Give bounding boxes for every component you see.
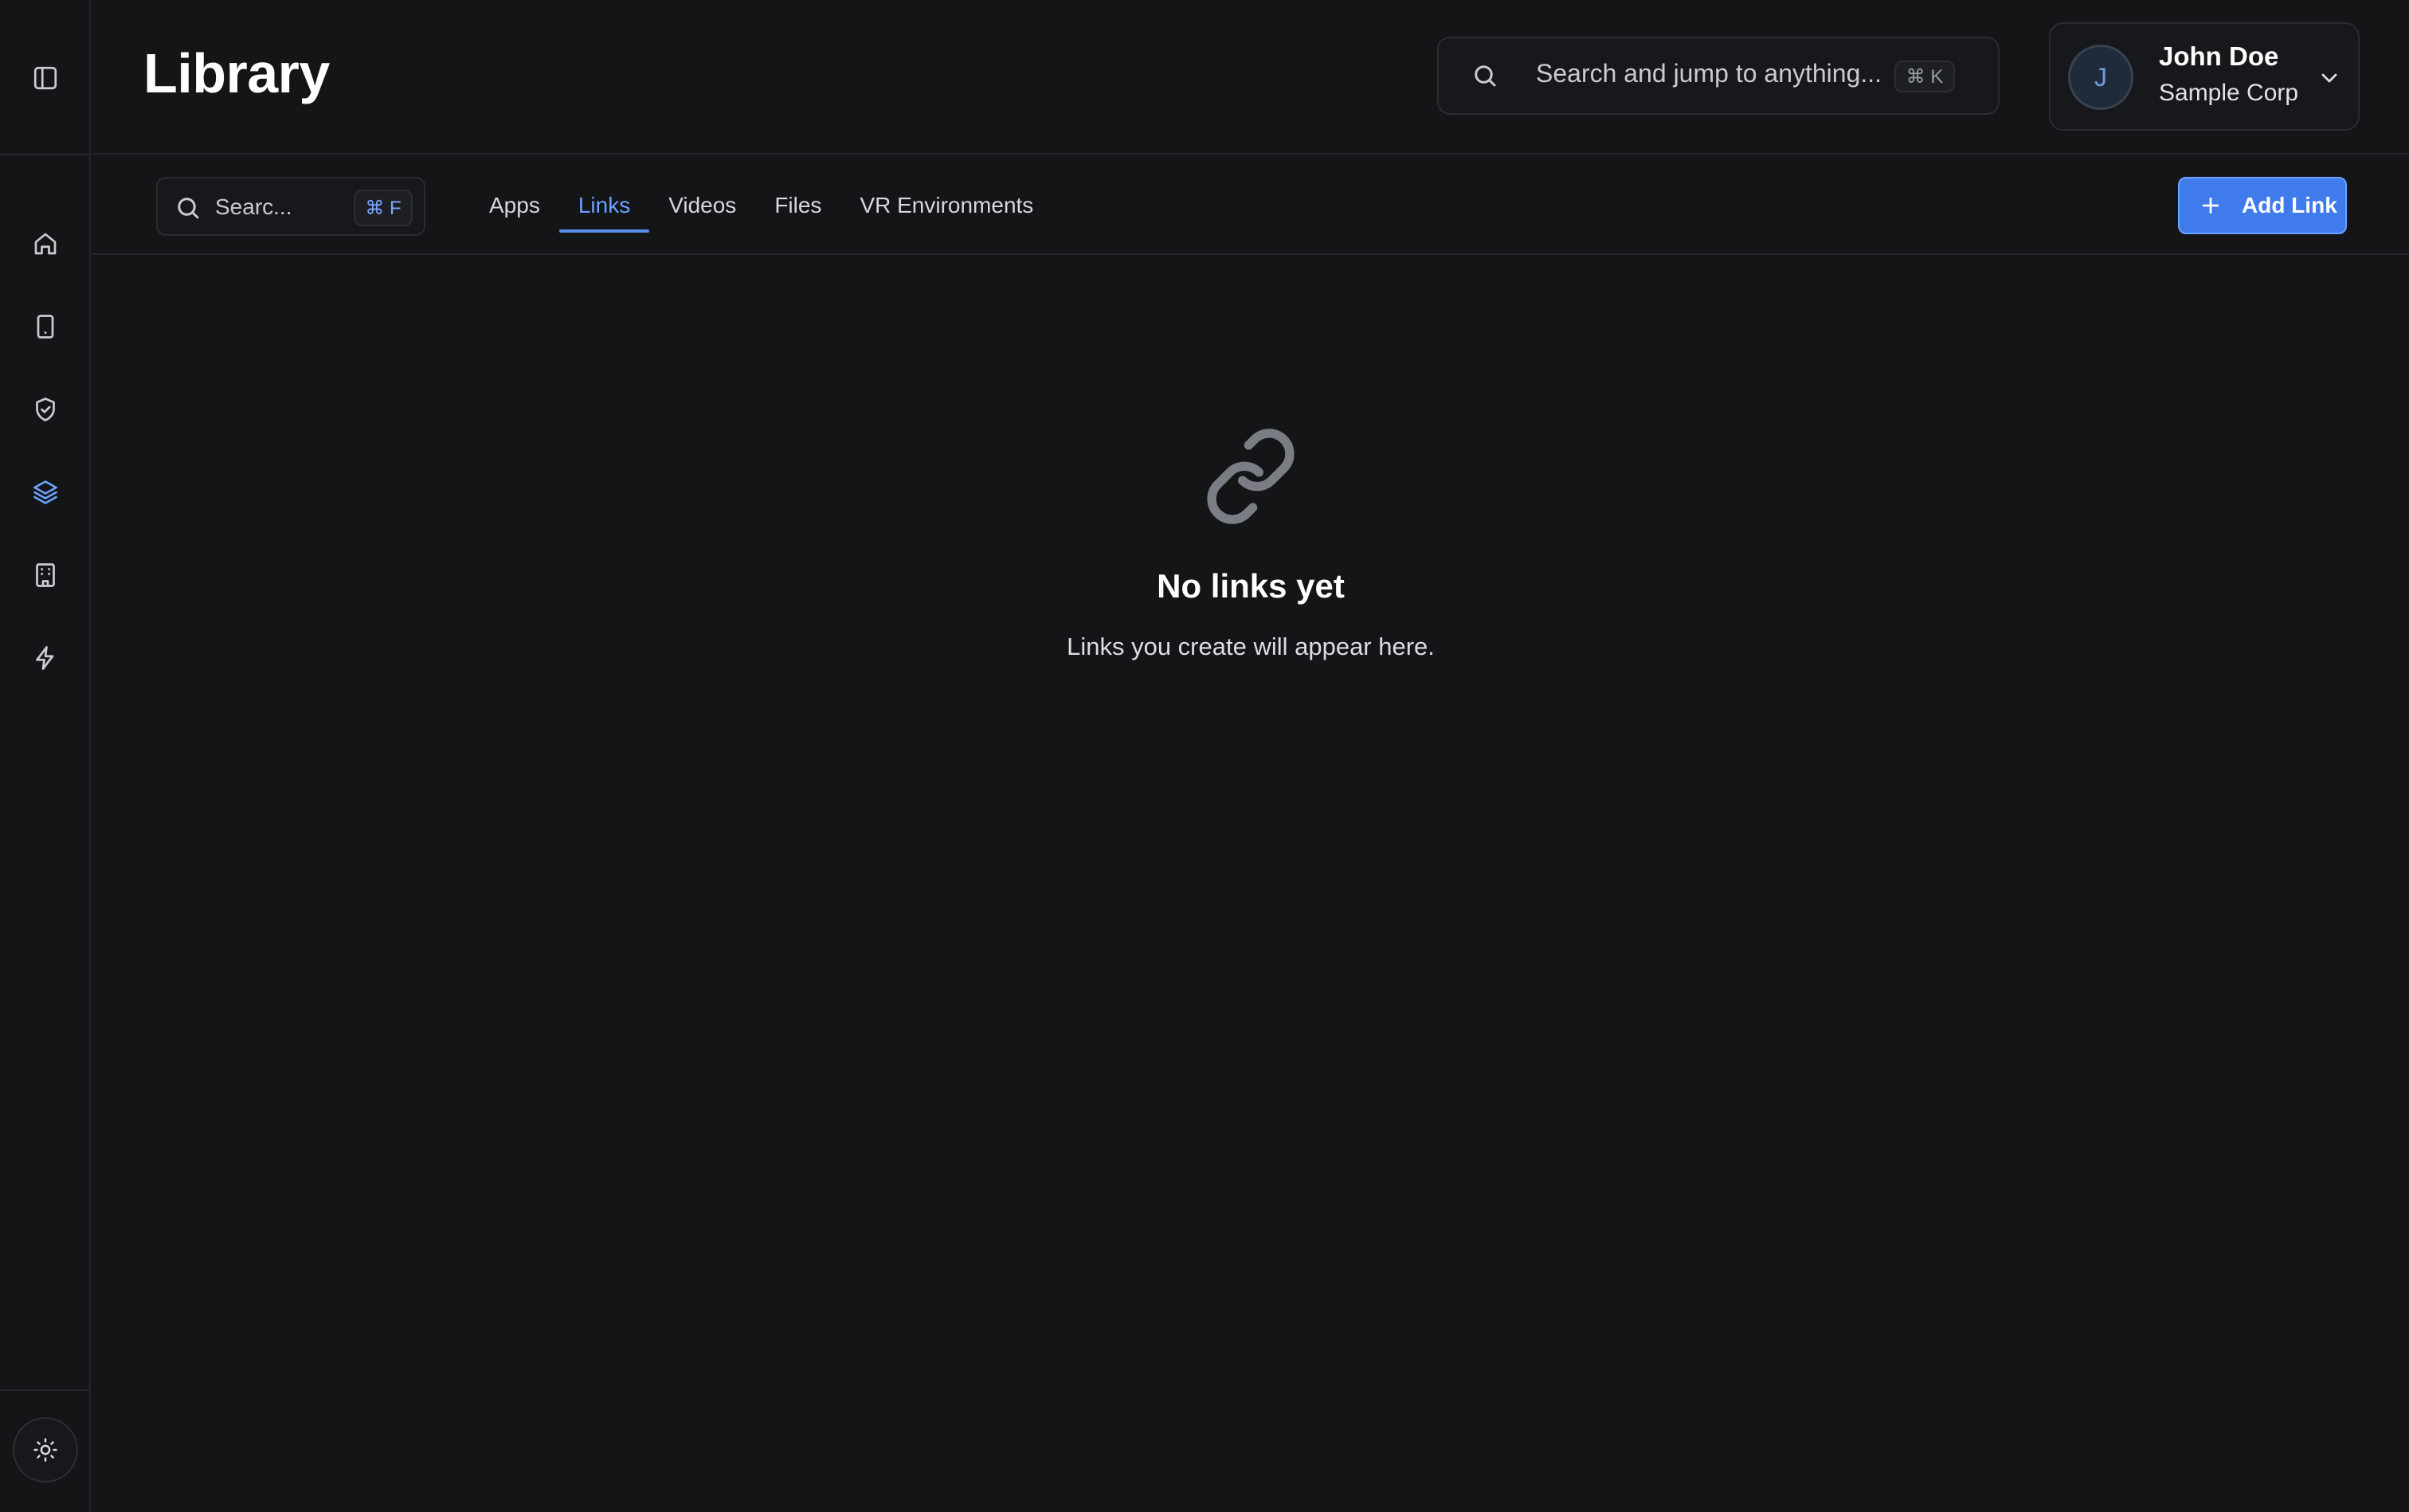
global-search-input[interactable]: Search and jump to anything... ⌘ K: [1437, 37, 2000, 115]
chevron-down-icon: [2321, 73, 2337, 83]
tab-files[interactable]: Files: [755, 156, 840, 255]
plus-icon: [2202, 197, 2219, 214]
layers-icon: [33, 480, 57, 504]
sidebar-item-organization[interactable]: [22, 551, 69, 599]
page-header: Library Search and jump to anything... ⌘…: [92, 0, 2409, 155]
sidebar-panel-icon: [33, 66, 57, 90]
library-search-input[interactable]: Searc... ⌘ F: [156, 177, 425, 236]
theme-toggle-button[interactable]: [13, 1417, 78, 1483]
lightning-icon: [36, 646, 54, 670]
page-title: Library: [143, 42, 330, 104]
user-organization: Sample Corp: [2159, 80, 2299, 106]
tab-apps[interactable]: Apps: [470, 156, 559, 255]
sidebar-item-devices[interactable]: [22, 303, 69, 351]
search-icon: [178, 198, 199, 219]
shield-check-icon: [36, 398, 55, 421]
sidebar-divider: [0, 154, 91, 155]
device-icon: [37, 315, 54, 339]
empty-state-title: No links yet: [1157, 567, 1345, 605]
tab-links[interactable]: Links: [558, 156, 650, 255]
library-search-shortcut: ⌘ F: [354, 190, 413, 226]
sidebar-item-home[interactable]: [22, 220, 69, 268]
search-icon: [1475, 65, 1496, 87]
user-name: John Doe: [2159, 41, 2279, 71]
tab-vr-environments[interactable]: VR Environments: [840, 156, 1052, 255]
sidebar-toggle-button[interactable]: [25, 57, 66, 99]
add-link-button[interactable]: Add Link: [2178, 177, 2347, 234]
sidebar-item-automation[interactable]: [22, 634, 69, 682]
building-icon: [36, 563, 55, 587]
library-tabs: Apps Links Videos Files VR Environments: [470, 156, 1052, 255]
home-icon: [34, 233, 57, 255]
link-icon: [1207, 429, 1295, 524]
sidebar-divider-bottom: [0, 1389, 91, 1391]
sun-icon: [33, 1438, 57, 1462]
tab-videos[interactable]: Videos: [649, 156, 755, 255]
empty-state-subtitle: Links you create will appear here.: [1067, 633, 1435, 660]
avatar: J: [2068, 45, 2133, 110]
add-link-label: Add Link: [2242, 193, 2337, 217]
sidebar-item-security[interactable]: [22, 386, 69, 433]
user-menu-button[interactable]: J John Doe Sample Corp: [2049, 22, 2360, 131]
global-search-shortcut: ⌘ K: [1894, 61, 1955, 92]
library-toolbar: Searc... ⌘ F Apps Links Videos Files VR …: [92, 156, 2409, 255]
sidebar-item-library[interactable]: [22, 468, 69, 516]
app-root: Library Search and jump to anything... ⌘…: [0, 0, 2409, 1512]
library-search-placeholder: Searc...: [215, 194, 292, 219]
global-search-placeholder: Search and jump to anything...: [1536, 59, 1882, 88]
sidebar: [0, 0, 91, 1512]
